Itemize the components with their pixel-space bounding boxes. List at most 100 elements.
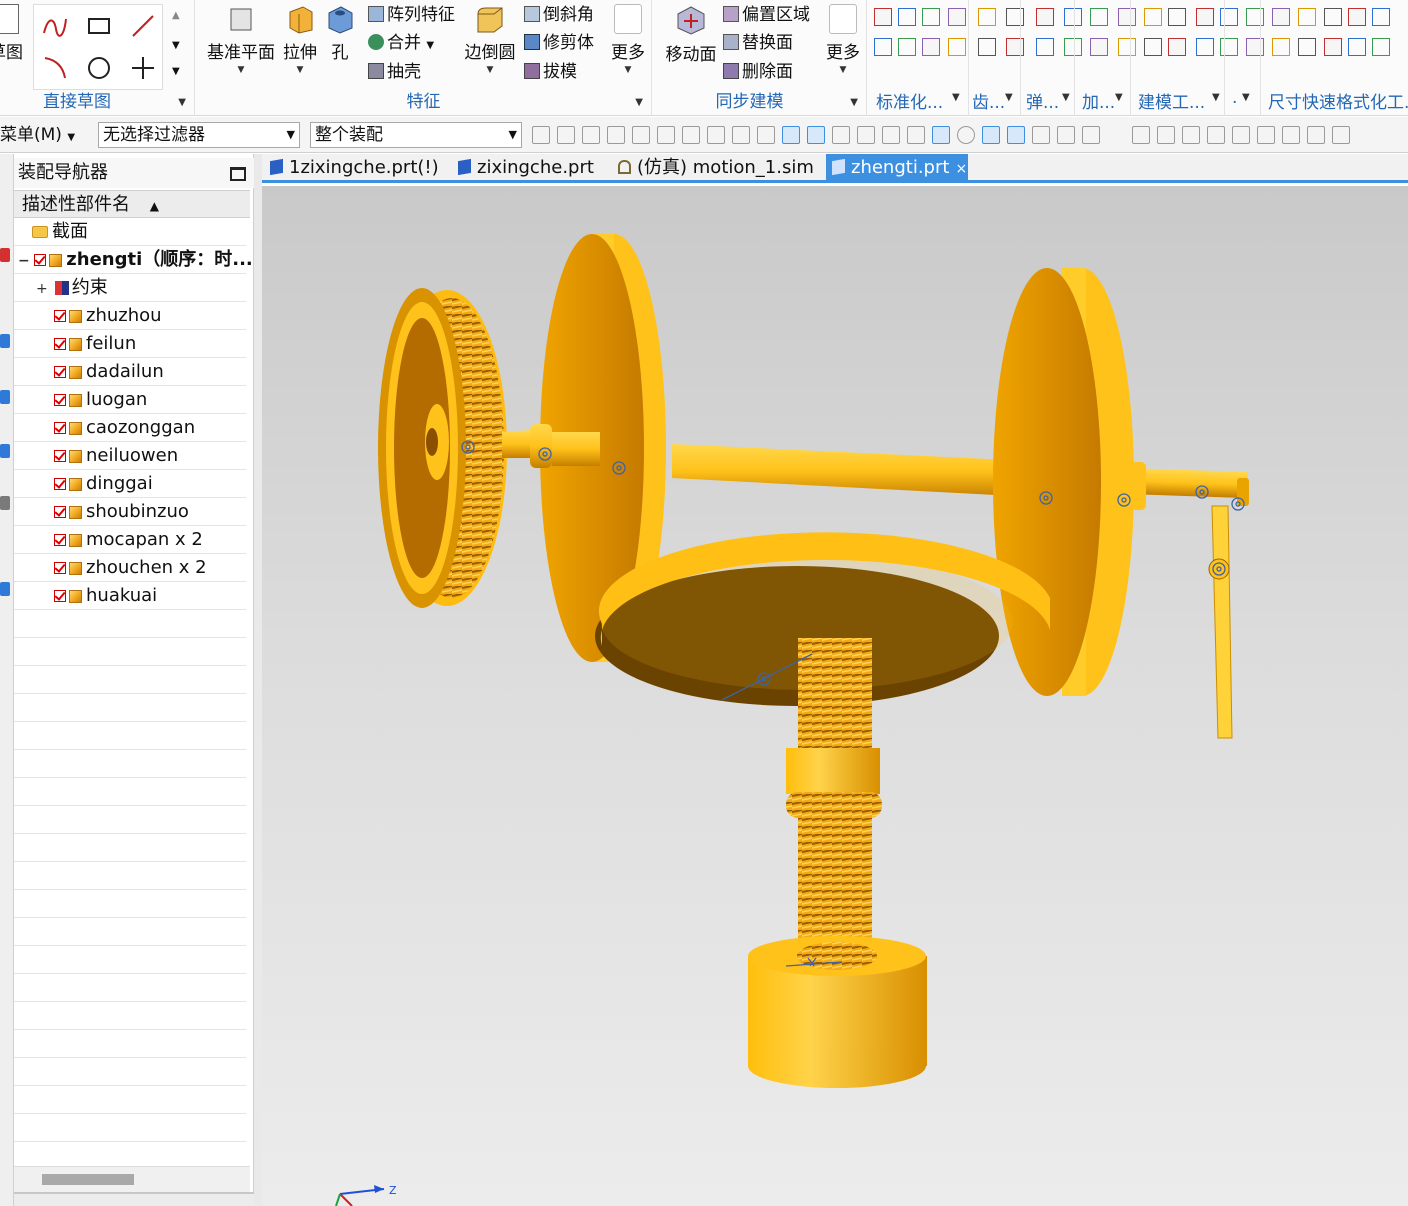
tree-node-part[interactable]: zhuzhou — [14, 302, 246, 330]
measure-icon[interactable] — [948, 8, 966, 26]
triangle-icon[interactable] — [1144, 38, 1162, 56]
visibility-checkbox[interactable] — [54, 534, 66, 546]
table-icon[interactable] — [1036, 8, 1054, 26]
tail-label-spring[interactable]: 弹... — [1026, 88, 1059, 113]
visibility-checkbox[interactable] — [54, 422, 66, 434]
tab-zixingche[interactable]: zixingche.prt — [452, 154, 608, 183]
assembly-model-render[interactable]: Z — [262, 186, 1408, 1206]
grid-icon[interactable] — [922, 38, 940, 56]
resource-bar-constraint-icon[interactable] — [0, 334, 10, 348]
view-pan-icon[interactable] — [1207, 126, 1225, 144]
triangle-icon[interactable] — [1144, 8, 1162, 26]
tail-label-standard-arrow-icon[interactable]: ▼ — [952, 92, 960, 103]
coin-icon[interactable] — [1220, 8, 1238, 26]
tree-node-part[interactable]: shoubinzuo — [14, 498, 246, 526]
dimension-icon[interactable] — [1372, 38, 1390, 56]
tree-node-root-assembly[interactable]: − zhengti（顺序：时... — [14, 246, 253, 275]
right-disc-part[interactable] — [993, 268, 1134, 696]
visibility-checkbox[interactable] — [54, 562, 66, 574]
tab-1zixingche[interactable]: 1zixingche.prt(!) — [264, 154, 448, 183]
chamfer-button[interactable]: 倒斜角 — [524, 2, 594, 28]
visibility-checkbox[interactable] — [54, 506, 66, 518]
gallery-scroll-down-icon[interactable]: ▼ — [172, 40, 180, 51]
line-icon[interactable] — [128, 11, 158, 41]
arc-icon[interactable] — [40, 53, 70, 83]
measure-icon[interactable] — [948, 38, 966, 56]
table-icon[interactable] — [1036, 38, 1054, 56]
menu-button[interactable]: 菜单(M) ▼ — [0, 122, 75, 148]
feature-more-button[interactable]: 更多 ▼ — [608, 2, 648, 75]
select-region-icon[interactable] — [582, 126, 600, 144]
check-icon[interactable] — [1090, 8, 1108, 26]
tab-motion-sim[interactable]: (仿真) motion_1.sim — [612, 154, 824, 183]
sheet-icon[interactable] — [1168, 8, 1186, 26]
visibility-checkbox[interactable] — [54, 366, 66, 378]
select-features-icon[interactable] — [532, 126, 550, 144]
stack-icon[interactable] — [898, 38, 916, 56]
stack-icon[interactable] — [898, 8, 916, 26]
check-icon[interactable] — [1090, 38, 1108, 56]
grid-icon[interactable] — [922, 8, 940, 26]
snap-grid-icon[interactable] — [757, 126, 775, 144]
scrollbar-thumb[interactable] — [42, 1174, 134, 1185]
tail-label-dot-arrow-icon[interactable]: ▼ — [1242, 92, 1250, 103]
snap-surface-icon[interactable] — [1032, 126, 1050, 144]
tree-node-part[interactable]: feilun — [14, 330, 246, 358]
spring-icon[interactable] — [1246, 38, 1264, 56]
coin-icon[interactable] — [1220, 38, 1238, 56]
cube-icon[interactable] — [1118, 38, 1136, 56]
spring-icon[interactable] — [1246, 8, 1264, 26]
extrude-dropdown-icon[interactable]: ▼ — [280, 65, 320, 75]
view-render-icon[interactable] — [1257, 126, 1275, 144]
snap-intersection-icon[interactable] — [907, 126, 925, 144]
pencil-icon[interactable] — [1064, 8, 1082, 26]
sheet-icon[interactable] — [1168, 38, 1186, 56]
snap-control-icon[interactable] — [857, 126, 875, 144]
tail-label-modeling-tools[interactable]: 建模工... — [1138, 88, 1205, 113]
group-synchronous-dropdown-icon[interactable]: ▼ — [850, 97, 858, 108]
pulley-part[interactable] — [378, 288, 507, 608]
tree-node-part[interactable]: huakuai — [14, 582, 246, 610]
resource-bar-roles-icon[interactable] — [0, 496, 10, 510]
edit-icon[interactable] — [1006, 8, 1024, 26]
visibility-checkbox[interactable] — [54, 478, 66, 490]
tail-label-dot[interactable]: . — [1232, 88, 1237, 108]
wrench-icon[interactable] — [1272, 8, 1290, 26]
graphics-window[interactable]: Z — [262, 186, 1408, 1206]
solid-icon[interactable] — [732, 126, 750, 144]
visibility-checkbox[interactable] — [54, 590, 66, 602]
cross-icon[interactable] — [1324, 8, 1342, 26]
view-fit-icon[interactable] — [1132, 126, 1150, 144]
view-triad[interactable]: Z — [335, 1184, 397, 1206]
tree-node-part[interactable]: mocapan x 2 — [14, 526, 246, 554]
dimension-icon[interactable] — [1372, 8, 1390, 26]
sketch-button[interactable]: 草图 — [0, 2, 26, 63]
wrench-icon[interactable] — [1272, 38, 1290, 56]
visibility-checkbox[interactable] — [54, 450, 66, 462]
feature-more-dropdown-icon[interactable]: ▼ — [608, 65, 648, 75]
selection-filter-combo[interactable]: 无选择过滤器 ▼ — [98, 122, 300, 148]
tree-node-part[interactable]: luogan — [14, 386, 246, 414]
pattern-feature-button[interactable]: 阵列特征 — [368, 2, 455, 28]
tree-node-sections[interactable]: 截面 — [14, 218, 246, 246]
datum-icon[interactable] — [874, 38, 892, 56]
close-icon[interactable]: × — [955, 161, 967, 177]
snap-center-icon[interactable] — [932, 126, 950, 144]
snap-point-icon[interactable] — [982, 126, 1000, 144]
collapse-icon[interactable]: − — [18, 247, 30, 275]
draft-button[interactable]: 拔模 — [524, 59, 577, 85]
snap-end-icon[interactable] — [782, 126, 800, 144]
view-rotate-icon[interactable] — [1182, 126, 1200, 144]
snap-spline-icon[interactable] — [882, 126, 900, 144]
extrude-button[interactable]: 拉伸 ▼ — [280, 2, 320, 75]
snap-face-icon[interactable] — [1082, 126, 1100, 144]
crank-handle-part[interactable] — [1208, 505, 1233, 739]
circle-icon[interactable] — [84, 53, 114, 83]
navigator-column-header[interactable]: 描述性部件名 ▲ — [14, 190, 250, 218]
ruler-icon[interactable] — [1298, 8, 1316, 26]
visibility-checkbox[interactable] — [54, 338, 66, 350]
sort-ascending-icon[interactable]: ▲ — [150, 199, 159, 213]
tail-label-gear[interactable]: 齿... — [972, 88, 1005, 113]
visibility-checkbox[interactable] — [34, 254, 47, 266]
datum-plane-dropdown-icon[interactable]: ▼ — [206, 65, 276, 75]
